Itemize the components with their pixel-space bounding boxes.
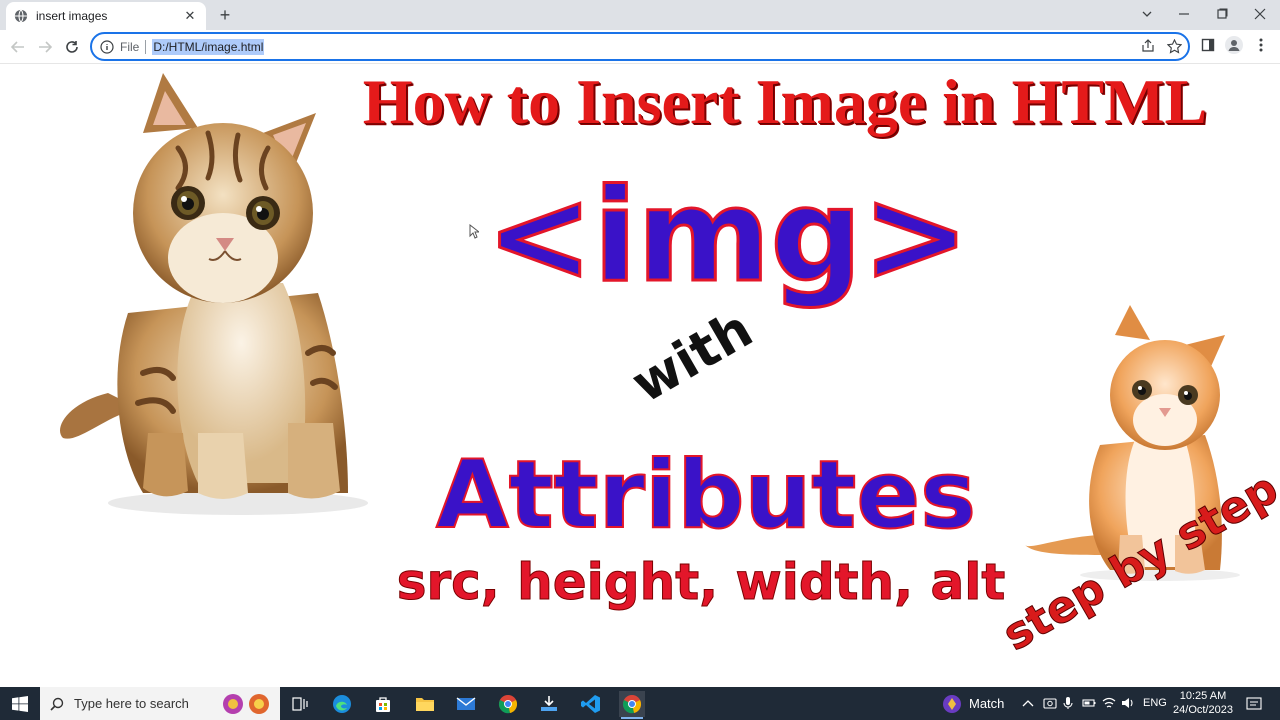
browser-tab[interactable]: insert images ✕ [6, 2, 206, 30]
share-icon[interactable] [1139, 37, 1157, 55]
tab-strip: insert images ✕ + [0, 0, 1280, 30]
menu-icon[interactable] [1252, 36, 1270, 54]
tab-title: insert images [36, 9, 108, 23]
sidepanel-icon[interactable] [1199, 36, 1217, 54]
vscode-icon[interactable] [578, 691, 604, 717]
plus-icon[interactable]: + [214, 4, 236, 26]
globe-icon [14, 9, 28, 23]
search-icon [50, 697, 64, 711]
windows-logo-icon[interactable] [0, 687, 40, 720]
taskbar-search[interactable]: Type here to search [40, 687, 280, 720]
search-placeholder: Type here to search [74, 696, 189, 711]
with-label: with [622, 299, 763, 415]
page-headline: How to Insert Image in HTML [362, 66, 1208, 137]
windows-taskbar: Type here to search Match ENG 10:25 AM 2… [0, 687, 1280, 720]
screen: insert images ✕ + File D:/HTML/image.htm… [0, 0, 1280, 720]
microphone-icon[interactable] [1062, 696, 1074, 710]
chevron-down-icon[interactable] [1128, 0, 1166, 28]
store-icon[interactable] [370, 691, 396, 717]
weather-widget-label[interactable]: Match [969, 696, 1004, 711]
window-close-icon[interactable] [1241, 0, 1279, 28]
back-icon[interactable] [7, 36, 29, 58]
mouse-cursor-icon [469, 224, 479, 239]
info-icon[interactable] [100, 39, 114, 54]
active-indicator [621, 717, 643, 719]
task-view-icon[interactable] [287, 691, 313, 717]
close-icon[interactable]: ✕ [182, 8, 198, 24]
address-bar[interactable]: File D:/HTML/image.html [90, 32, 1190, 61]
img-tag-title: <img> [485, 162, 971, 311]
web-page: How to Insert Image in HTML <img> with A… [0, 65, 1280, 687]
wifi-icon[interactable] [1102, 696, 1116, 710]
address-divider [145, 39, 147, 54]
star-icon[interactable] [1165, 37, 1183, 55]
weather-widget-icon[interactable] [942, 694, 962, 714]
search-highlight-icon [223, 694, 269, 714]
clock-time: 10:25 AM [1179, 690, 1227, 702]
chevron-up-icon[interactable] [1022, 698, 1034, 708]
clock-date: 24/Oct/2023 [1173, 704, 1233, 716]
browser-toolbar: File D:/HTML/image.html [0, 30, 1280, 64]
forward-icon[interactable] [34, 36, 56, 58]
notification-icon[interactable] [1246, 696, 1262, 712]
mail-icon[interactable] [453, 691, 479, 717]
battery-icon[interactable] [1082, 697, 1096, 709]
chrome-icon[interactable] [619, 691, 645, 719]
attributes-list: src, height, width, alt [396, 553, 1006, 611]
profile-icon[interactable] [1225, 36, 1243, 54]
reload-icon[interactable] [61, 36, 83, 58]
url-text[interactable]: D:/HTML/image.html [152, 38, 265, 55]
folder-icon[interactable] [412, 691, 438, 717]
address-prefix: File [120, 39, 140, 54]
volume-icon[interactable] [1121, 696, 1135, 710]
minimize-icon[interactable] [1165, 0, 1203, 28]
camera-icon[interactable] [1043, 696, 1057, 710]
attributes-title: Attributes [435, 441, 977, 550]
chrome-icon[interactable] [495, 691, 521, 717]
language-indicator[interactable]: ENG [1143, 697, 1167, 709]
maximize-icon[interactable] [1203, 0, 1241, 28]
kitten-image-large [60, 73, 368, 515]
edge-icon[interactable] [329, 691, 355, 717]
taskbar-clock[interactable]: 10:25 AM 24/Oct/2023 [1168, 689, 1238, 717]
installer-icon[interactable] [536, 691, 562, 717]
